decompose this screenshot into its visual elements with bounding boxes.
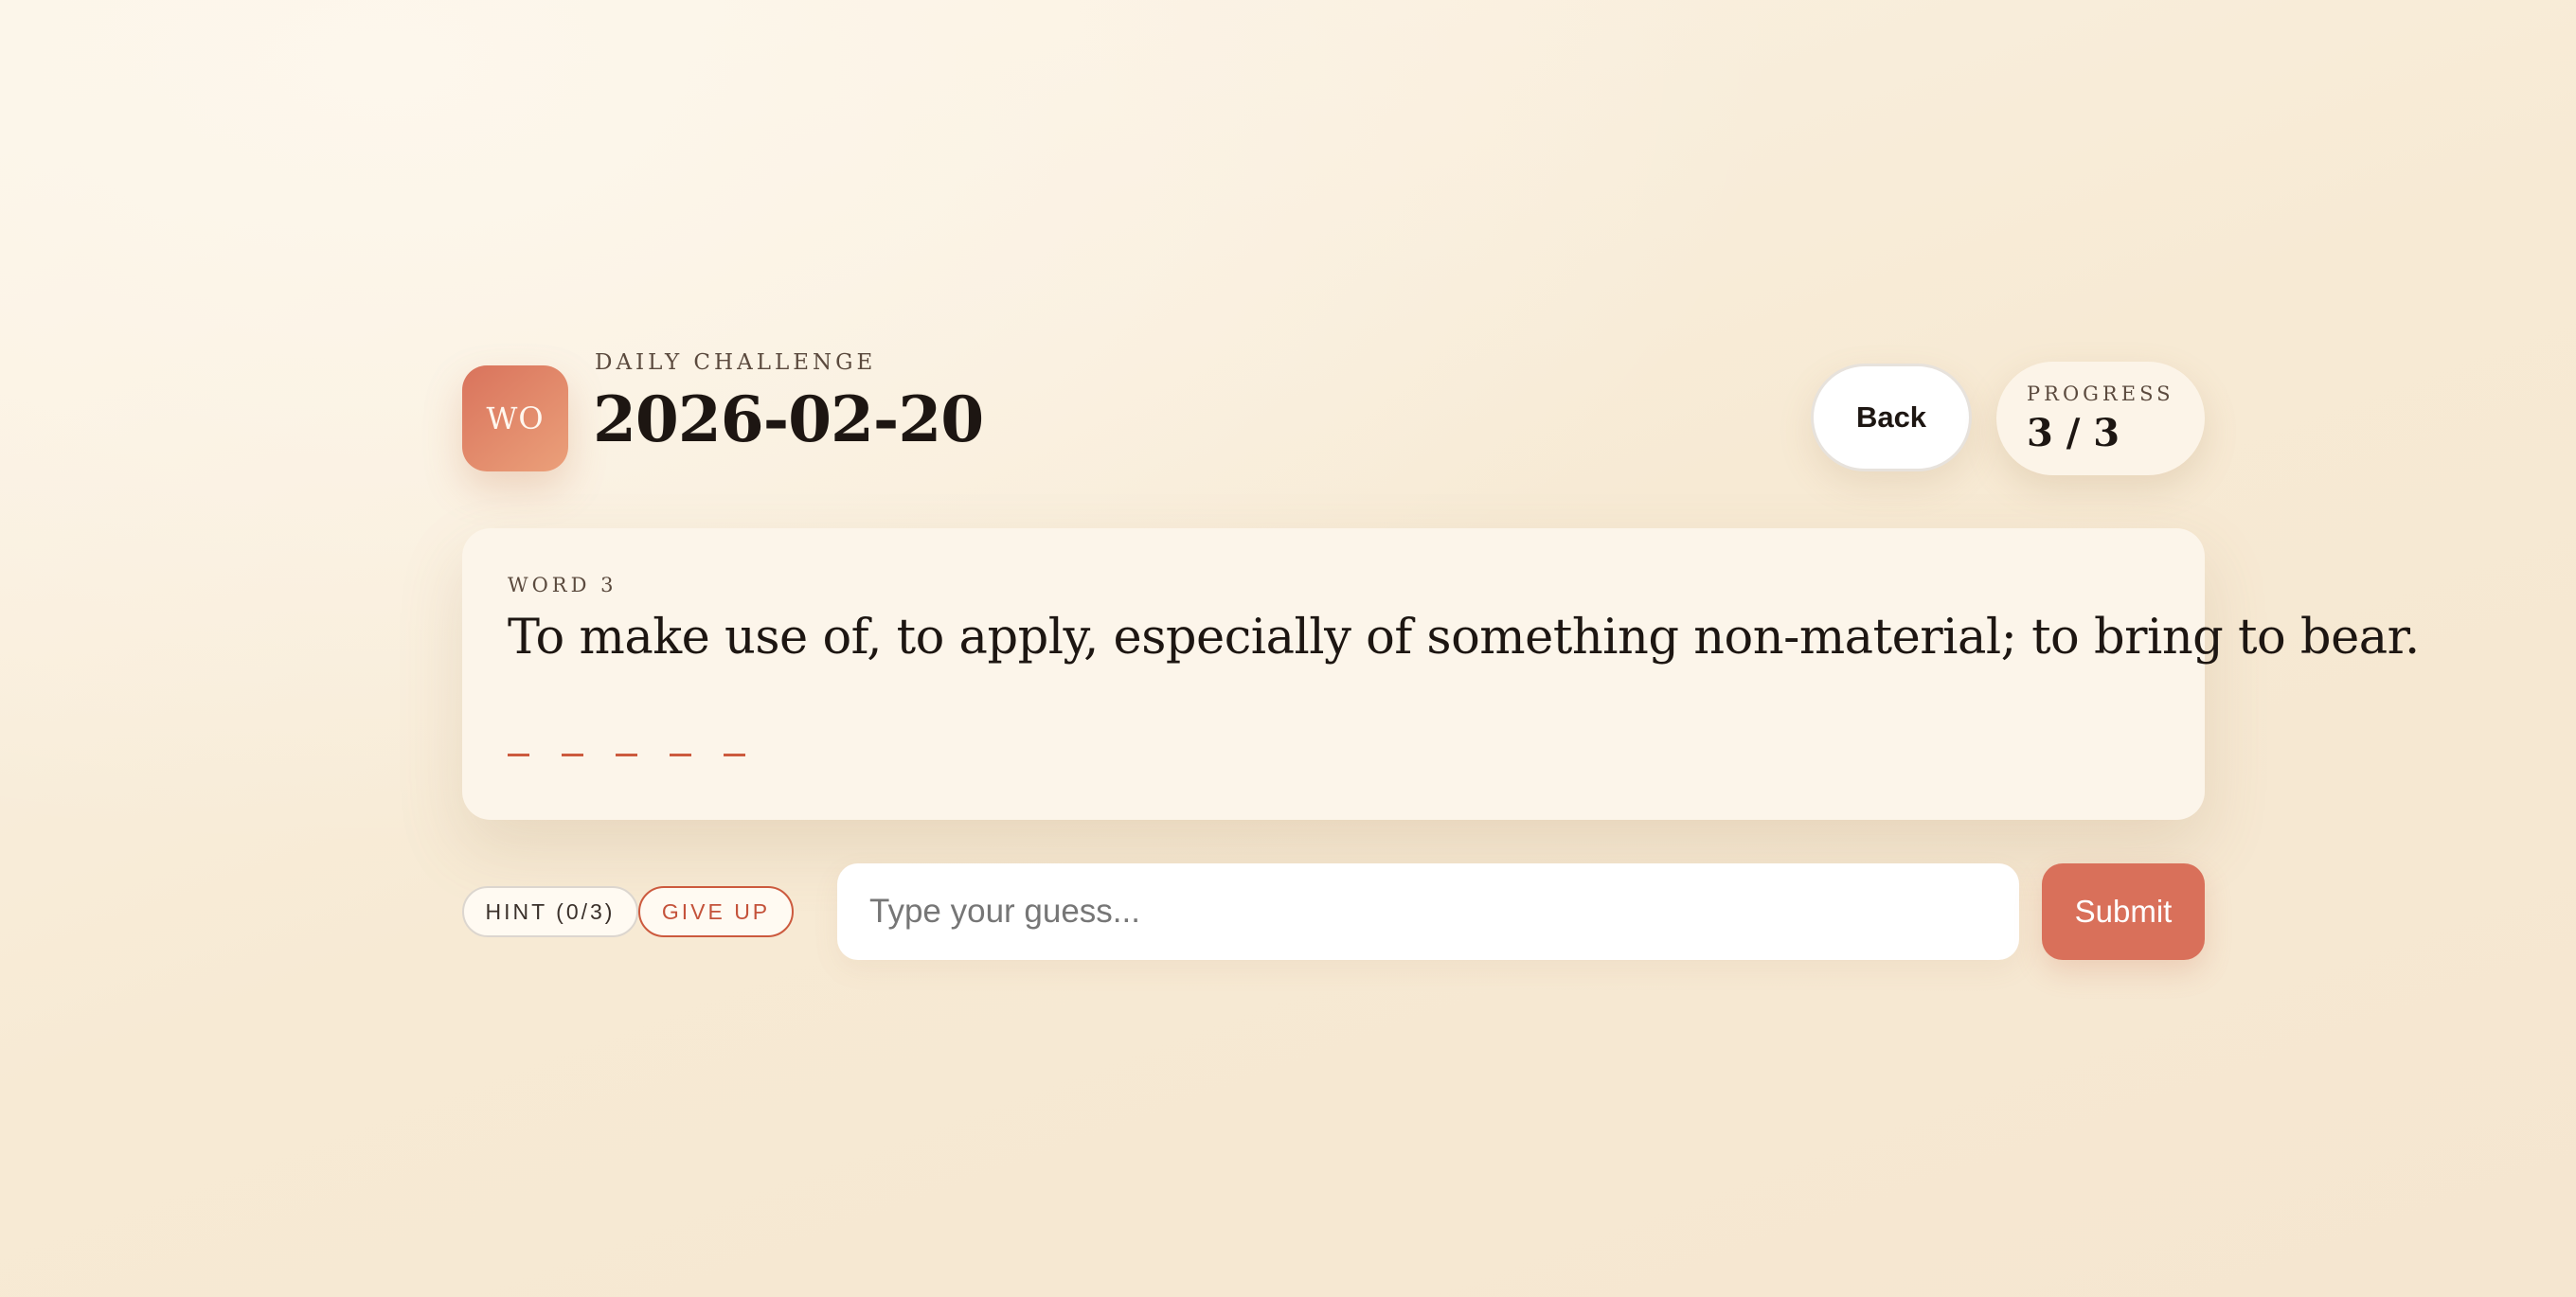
letter-blank xyxy=(508,754,529,756)
app-container: WO DAILY CHALLENGE 2026-02-20 Back PROGR… xyxy=(462,350,2420,960)
guess-input[interactable] xyxy=(837,863,2019,960)
guess-controls: HINT (0/3) GIVE UP Submit xyxy=(462,863,2205,962)
letter-blank xyxy=(616,754,637,756)
back-button[interactable]: Back xyxy=(1811,364,1972,471)
header: WO DAILY CHALLENGE 2026-02-20 Back PROGR… xyxy=(462,350,2205,483)
word-definition: To make use of, to apply, especially of … xyxy=(508,610,2420,666)
letter-blank xyxy=(724,754,745,756)
letter-blanks xyxy=(508,754,745,756)
page-title-date: 2026-02-20 xyxy=(593,382,984,456)
logo-text: WO xyxy=(486,400,545,436)
progress-pill: PROGRESS 3 / 3 xyxy=(1996,362,2205,475)
letter-blank xyxy=(562,754,583,756)
letter-blank xyxy=(670,754,691,756)
word-card: WORD 3 To make use of, to apply, especia… xyxy=(462,528,2420,820)
submit-button[interactable]: Submit xyxy=(2042,863,2205,960)
word-number-label: WORD 3 xyxy=(508,574,617,596)
give-up-button[interactable]: GIVE UP xyxy=(638,886,794,937)
progress-value: 3 / 3 xyxy=(2027,411,2120,455)
hint-button[interactable]: HINT (0/3) xyxy=(462,886,638,937)
progress-label: PROGRESS xyxy=(2027,382,2174,405)
app-logo: WO xyxy=(462,365,568,471)
daily-challenge-label: DAILY CHALLENGE xyxy=(595,350,877,375)
